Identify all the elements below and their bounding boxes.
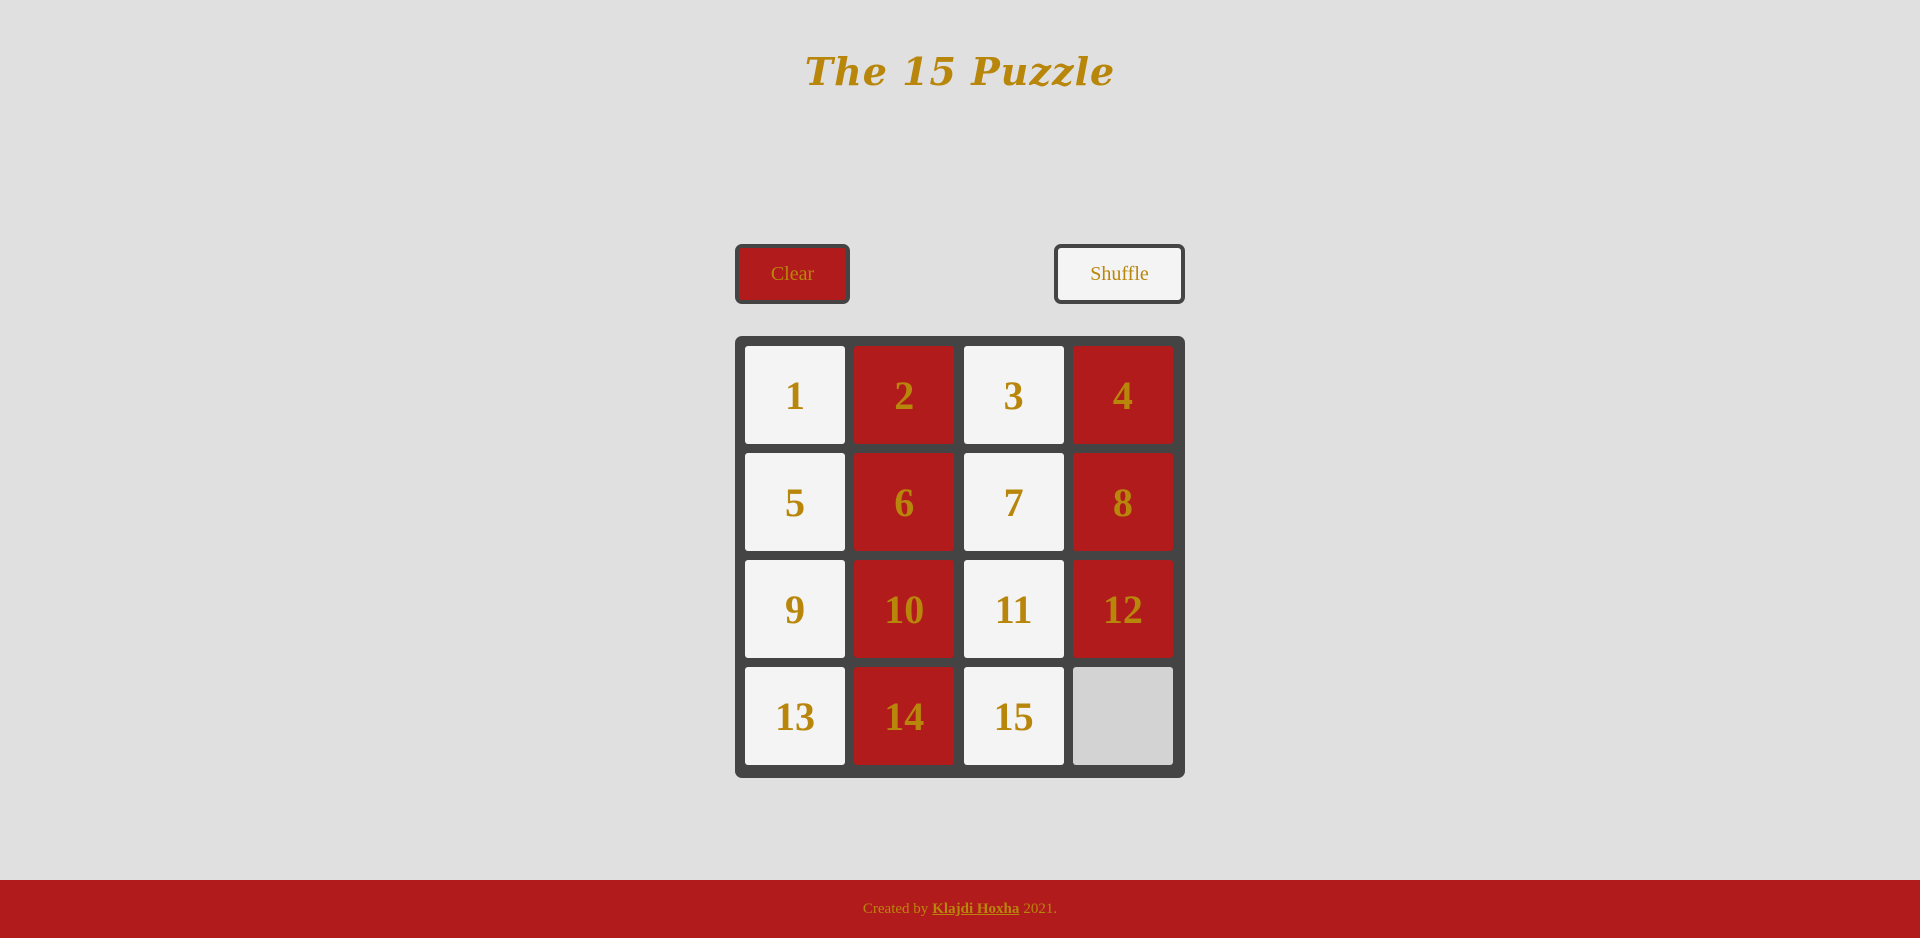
author-link[interactable]: Klajdi Hoxha bbox=[932, 901, 1019, 918]
clear-button[interactable]: Clear bbox=[735, 244, 850, 304]
footer-prefix: Created by bbox=[862, 900, 929, 917]
puzzle-board: 1 2 3 4 5 6 7 8 9 10 11 12 13 14 15 bbox=[735, 336, 1185, 778]
puzzle-tile[interactable]: 12 bbox=[1072, 560, 1173, 658]
footer: Created by Klajdi Hoxha 2021. bbox=[0, 880, 1920, 938]
puzzle-tile[interactable]: 6 bbox=[854, 453, 955, 551]
puzzle-tile[interactable]: 5 bbox=[745, 453, 845, 551]
puzzle-tile[interactable]: 13 bbox=[745, 667, 845, 765]
puzzle-tile[interactable]: 9 bbox=[745, 560, 845, 658]
puzzle-tile[interactable]: 8 bbox=[1072, 453, 1173, 551]
puzzle-tile[interactable]: 1 bbox=[745, 346, 845, 444]
puzzle-tile[interactable]: 10 bbox=[854, 560, 955, 658]
shuffle-button[interactable]: Shuffle bbox=[1054, 244, 1185, 304]
page: The 15 Puzzle Clear Shuffle 1 2 3 4 5 6 … bbox=[0, 0, 1920, 938]
puzzle-tile[interactable]: 11 bbox=[963, 560, 1064, 658]
puzzle-tile[interactable]: 4 bbox=[1072, 346, 1173, 444]
puzzle-tile[interactable]: 2 bbox=[854, 346, 955, 444]
empty-tile bbox=[1072, 667, 1173, 765]
footer-suffix: 2021. bbox=[1023, 900, 1058, 917]
page-title: The 15 Puzzle bbox=[804, 49, 1116, 94]
puzzle-tile[interactable]: 7 bbox=[963, 453, 1064, 551]
puzzle-tile[interactable]: 15 bbox=[963, 667, 1064, 765]
puzzle-tile[interactable]: 3 bbox=[963, 346, 1064, 444]
puzzle-tile[interactable]: 14 bbox=[854, 667, 955, 765]
